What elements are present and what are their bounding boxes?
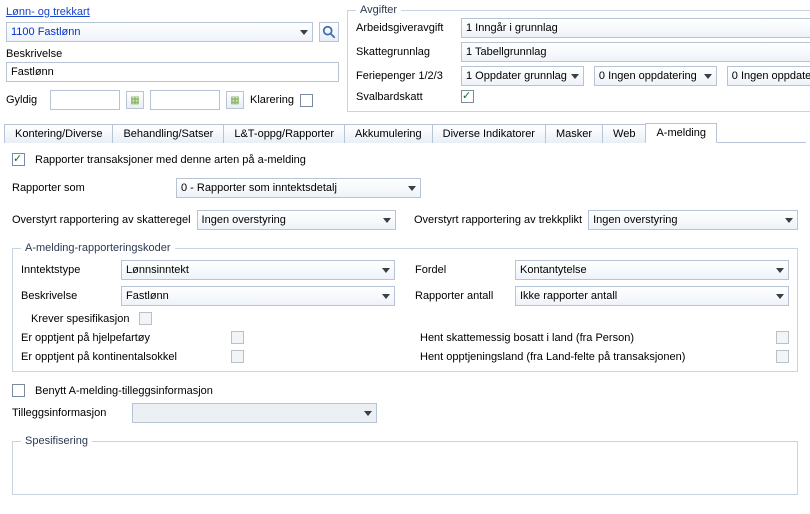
fordel-dropdown[interactable]: Kontantytelse xyxy=(515,260,789,280)
tab-bar: Kontering/Diverse Behandling/Satser L&T-… xyxy=(4,122,806,143)
inntektstype-dropdown[interactable]: Lønnsinntekt xyxy=(121,260,395,280)
rapporter-som-label: Rapporter som xyxy=(12,182,166,194)
rapporter-som-dropdown[interactable]: 0 - Rapporter som inntektsdetalj xyxy=(176,178,421,198)
avgifter-legend: Avgifter xyxy=(356,4,401,16)
svalbard-label: Svalbardskatt xyxy=(356,91,451,103)
er-hjelp-checkbox xyxy=(231,331,244,344)
overstyrt-skatt-dropdown[interactable]: Ingen overstyring xyxy=(197,210,396,230)
skattegrunnlag-label: Skattegrunnlag xyxy=(356,46,451,58)
er-hjelp-label: Er opptjent på hjelpefartøy xyxy=(21,332,221,344)
overstyrt-trekk-dropdown[interactable]: Ingen overstyring xyxy=(588,210,798,230)
tab-diverse-indikatorer[interactable]: Diverse Indikatorer xyxy=(432,124,546,143)
tab-behandling[interactable]: Behandling/Satser xyxy=(112,124,224,143)
search-button[interactable] xyxy=(319,22,339,42)
tab-a-melding[interactable]: A-melding xyxy=(645,123,717,143)
krever-spec-label: Krever spesifikasjon xyxy=(31,313,129,325)
beskrivelse2-label: Beskrivelse xyxy=(21,290,111,302)
krever-spec-checkbox xyxy=(139,312,152,325)
overstyrt-trekk-label: Overstyrt rapportering av trekkplikt xyxy=(414,214,582,226)
er-kont-checkbox xyxy=(231,350,244,363)
tillegg-dropdown xyxy=(132,403,377,423)
description-label: Beskrivelse xyxy=(6,48,339,60)
er-kont-label: Er opptjent på kontinentalsokkel xyxy=(21,351,221,363)
rapporter-transaksjoner-label: Rapporter transaksjoner med denne arten … xyxy=(35,154,306,166)
svalbard-checkbox[interactable] xyxy=(461,90,474,103)
feriepenger1-dropdown[interactable]: 1 Oppdater grunnlag xyxy=(461,66,584,86)
fordel-label: Fordel xyxy=(415,264,505,276)
tab-web[interactable]: Web xyxy=(602,124,646,143)
tab-masker[interactable]: Masker xyxy=(545,124,603,143)
feriepenger2-dropdown[interactable]: 0 Ingen oppdatering xyxy=(594,66,717,86)
tab-kontering[interactable]: Kontering/Diverse xyxy=(4,124,113,143)
hent-skatt-label: Hent skattemessig bosatt i land (fra Per… xyxy=(420,332,766,344)
skattegrunnlag-dropdown[interactable]: 1 Tabellgrunnlag xyxy=(461,42,810,62)
gyldig-from-input[interactable] xyxy=(50,90,120,110)
antall-label: Rapporter antall xyxy=(415,290,505,302)
arbeidsgiver-label: Arbeidsgiveravgift xyxy=(356,22,451,34)
benytt-tillegg-label: Benytt A-melding-tilleggsinformasjon xyxy=(35,385,213,397)
inntektstype-label: Inntektstype xyxy=(21,264,111,276)
hent-skatt-checkbox xyxy=(776,331,789,344)
lookup-value: 1100 Fastlønn xyxy=(11,26,81,38)
gyldig-label: Gyldig xyxy=(6,94,44,106)
calendar-to-icon[interactable]: ▦ xyxy=(226,91,244,109)
tillegg-label: Tilleggsinformasjon xyxy=(12,407,122,419)
lookup-dropdown[interactable]: 1100 Fastlønn xyxy=(6,22,313,42)
benytt-tillegg-checkbox[interactable] xyxy=(12,384,25,397)
page-title-link[interactable]: Lønn- og trekkart xyxy=(6,6,339,18)
gyldig-to-input[interactable] xyxy=(150,90,220,110)
tab-lt-oppg[interactable]: L&T-oppg/Rapporter xyxy=(223,124,345,143)
klarering-checkbox[interactable] xyxy=(300,94,313,107)
hent-opptj-checkbox xyxy=(776,350,789,363)
koder-legend: A-melding-rapporteringskoder xyxy=(21,242,175,254)
rapporter-transaksjoner-checkbox[interactable] xyxy=(12,153,25,166)
beskrivelse2-dropdown[interactable]: Fastlønn xyxy=(121,286,395,306)
arbeidsgiver-dropdown[interactable]: 1 Inngår i grunnlag xyxy=(461,18,810,38)
antall-dropdown[interactable]: Ikke rapporter antall xyxy=(515,286,789,306)
calendar-from-icon[interactable]: ▦ xyxy=(126,91,144,109)
klarering-label: Klarering xyxy=(250,94,294,106)
overstyrt-skatt-label: Overstyrt rapportering av skatteregel xyxy=(12,214,191,226)
description-input[interactable] xyxy=(6,62,339,82)
feriepenger3-dropdown[interactable]: 0 Ingen oppdatering xyxy=(727,66,810,86)
spesifisering-legend: Spesifisering xyxy=(21,435,92,447)
feriepenger-label: Feriepenger 1/2/3 xyxy=(356,70,451,82)
tab-akkumulering[interactable]: Akkumulering xyxy=(344,124,433,143)
hent-opptj-label: Hent opptjeningsland (fra Land-felte på … xyxy=(420,351,766,363)
